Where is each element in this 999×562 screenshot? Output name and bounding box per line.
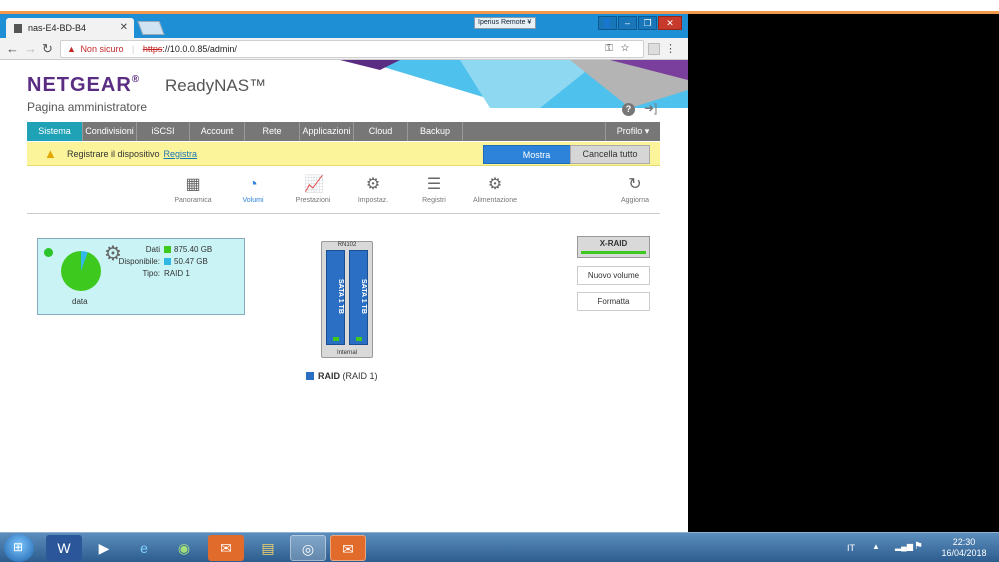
refresh-icon: ↻ [628, 176, 642, 193]
internet-explorer-icon[interactable]: e [126, 535, 162, 561]
url-input[interactable]: ▲ Non sicuro | https://10.0.0.85/admin/ … [60, 40, 644, 58]
browser-window: nas-E4-BD-B4 ✕ Iperius Remote ¥ 👤 – ❐ ✕ … [0, 14, 688, 532]
format-button[interactable]: Formatta [577, 292, 650, 311]
header-banner [340, 60, 688, 108]
page-favicon-icon [14, 24, 22, 33]
readynas-page: NETGEAR® ReadyNAS™ Pagina amministratore… [0, 60, 688, 532]
envelope-app-icon[interactable]: ✉ [208, 535, 244, 561]
url-path: ://10.0.0.85/admin/ [162, 44, 237, 54]
netgear-logo: NETGEAR® [27, 74, 141, 96]
nav-rete[interactable]: Rete [245, 122, 300, 141]
gear-icon: ⚙ [365, 176, 381, 193]
nas-model: RN102 [337, 242, 357, 248]
file-explorer-icon[interactable]: ▤ [250, 535, 286, 561]
clear-all-button[interactable]: Cancella tutto [570, 145, 650, 164]
registration-notice: ▲ Registrare il dispositivo Registra Most… [27, 142, 660, 166]
restore-icon[interactable]: ❐ [638, 16, 657, 30]
volume-usage-pie [61, 251, 101, 291]
nav-iscsi[interactable]: iSCSI [137, 122, 190, 141]
raid-legend: RAID (RAID 1) [306, 371, 378, 381]
window-controls: 👤 – ❐ ✕ [598, 16, 682, 30]
tab-alimentazione[interactable]: ⚙ Alimentazione [465, 176, 525, 204]
system-subnav: ▦ Panoramica ◔ Volumi 📈 Prestazioni ⚙ Impost… [27, 172, 660, 214]
key-icon[interactable]: ⚿ [605, 43, 621, 54]
nas-internal-label: Internal [336, 350, 357, 356]
warning-icon: ▲ [44, 146, 57, 161]
system-clock[interactable]: 22:30 16/04/2018 [935, 537, 993, 559]
tab-volumi[interactable]: ◔ Volumi [223, 176, 283, 204]
power-settings-icon: ⚙ [487, 176, 503, 193]
address-bar: ← → ↻ ▲ Non sicuro | https://10.0.0.85/a… [0, 38, 688, 60]
logout-icon[interactable]: ➜] [644, 101, 657, 115]
main-navbar: Sistema Condivisioni iSCSI Account Rete … [27, 122, 660, 141]
volume-type-row: Tipo: RAID 1 [142, 269, 190, 278]
volume-status-dot [44, 248, 53, 257]
close-window-icon[interactable]: ✕ [658, 16, 682, 30]
start-button[interactable]: ⊞ [4, 534, 34, 562]
remote-session-label[interactable]: Iperius Remote ¥ [474, 17, 536, 29]
volume-card[interactable]: ⚙ Dati 875.40 GB Disponibile: 50.47 GB Tip… [37, 238, 245, 315]
product-name: ReadyNAS™ [165, 76, 267, 95]
pie-chart-icon: ◔ [248, 176, 258, 193]
remote-app-icon[interactable]: ◉ [166, 535, 202, 561]
tab-registri[interactable]: ☰ Registri [404, 176, 464, 204]
line-chart-icon: 📈 [304, 176, 324, 193]
browser-tabbar: nas-E4-BD-B4 ✕ Iperius Remote ¥ 👤 – ❐ ✕ [0, 14, 688, 38]
nav-applicazioni[interactable]: Applicazioni [300, 122, 354, 141]
tray-expand-icon[interactable]: ▲ [872, 542, 880, 551]
screen: nas-E4-BD-B4 ✕ Iperius Remote ¥ 👤 – ❐ ✕ … [0, 0, 999, 562]
volume-free-row: Disponibile: 50.47 GB [118, 257, 208, 266]
tab-panoramica[interactable]: ▦ Panoramica [163, 176, 223, 204]
extension-icon[interactable] [648, 43, 660, 55]
notice-text: Registrare il dispositivo [67, 149, 160, 159]
media-player-icon[interactable]: ▶ [86, 535, 122, 561]
volume-data-row: Dati 875.40 GB [145, 245, 213, 254]
register-link[interactable]: Registra [164, 149, 198, 159]
star-icon[interactable]: ☆ [621, 43, 637, 54]
nav-condivisioni[interactable]: Condivisioni [83, 122, 137, 141]
back-arrow-icon[interactable]: ← [6, 41, 19, 56]
tab-prestazioni[interactable]: 📈 Prestazioni [283, 176, 343, 204]
disk-bay-1[interactable]: SATA 1 TB [326, 250, 345, 345]
volume-name: data [72, 297, 88, 306]
user-icon[interactable]: 👤 [598, 16, 617, 30]
forward-arrow-icon[interactable]: → [24, 41, 37, 56]
remote-session-strip [0, 0, 999, 14]
word-icon[interactable]: W [46, 535, 82, 561]
warning-triangle-icon: ▲ [67, 44, 76, 54]
network-signal-icon[interactable]: ▂▄▆ [895, 542, 913, 551]
reload-icon[interactable]: ↻ [42, 41, 53, 57]
refresh-button[interactable]: ↻ Aggiorna [605, 176, 665, 204]
new-volume-button[interactable]: Nuovo volume [577, 266, 650, 285]
nav-account[interactable]: Account [190, 122, 245, 141]
tab-close-icon[interactable]: ✕ [120, 22, 128, 33]
page-title: Pagina amministratore [27, 100, 148, 114]
input-language[interactable]: IT [847, 543, 855, 553]
nav-backup[interactable]: Backup [408, 122, 463, 141]
nav-sistema[interactable]: Sistema [27, 122, 83, 141]
minimize-icon[interactable]: – [618, 16, 637, 30]
empty-remote-area [688, 14, 999, 532]
list-icon: ☰ [426, 176, 442, 193]
chrome-icon[interactable]: ◎ [290, 535, 326, 561]
url-scheme: https [142, 44, 163, 54]
new-tab-button[interactable] [137, 21, 165, 35]
nas-enclosure: RN102 SATA 1 TB SATA 1 TB Internal [321, 241, 373, 358]
tab-title: nas-E4-BD-B4 [28, 23, 87, 33]
envelope-app-active-icon[interactable]: ✉ [330, 535, 366, 561]
security-label: Non sicuro [80, 44, 124, 54]
disk-bay-2[interactable]: SATA 1 TB [349, 250, 368, 345]
browser-menu-icon[interactable]: ⋮ [665, 42, 676, 55]
windows-taskbar: ⊞ W ▶ e ◉ ✉ ▤ ◎ ✉ IT ▲ ▂▄▆ ⚑ 22:30 16/04/… [0, 532, 999, 562]
action-center-flag-icon[interactable]: ⚑ [914, 541, 923, 552]
nav-cloud[interactable]: Cloud [354, 122, 408, 141]
browser-tab[interactable]: nas-E4-BD-B4 ✕ [6, 18, 134, 38]
profile-menu[interactable]: Profilo ▾ [606, 122, 660, 141]
xraid-button[interactable]: X-RAID [577, 236, 650, 258]
grid-icon: ▦ [185, 176, 201, 193]
help-icon[interactable]: ? [622, 103, 635, 116]
tab-impostaz[interactable]: ⚙ Impostaz. [343, 176, 403, 204]
